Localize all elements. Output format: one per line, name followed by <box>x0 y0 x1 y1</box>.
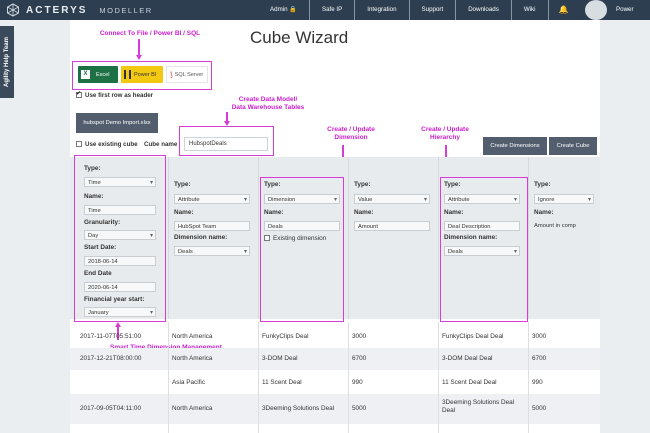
brand-subtitle: MODELLER <box>99 5 153 15</box>
type-select[interactable]: Value <box>354 194 430 204</box>
cell-deal: 11 Scent Deal <box>262 379 302 386</box>
cell-amount: 3000 <box>352 333 367 340</box>
cell-amount-comp: 6700 <box>532 355 547 362</box>
annotation-box-dimension <box>260 177 344 322</box>
cell-description: 11 Scent Deal Deal <box>442 379 497 386</box>
excel-icon: X <box>81 70 90 79</box>
power-bi-source-button[interactable]: Power BI <box>121 66 163 83</box>
column-separator <box>438 322 439 433</box>
cube-name-input[interactable]: HubspotDeals <box>184 137 268 151</box>
name-label: Name: <box>354 209 374 216</box>
right-gutter <box>600 20 650 433</box>
name-input[interactable]: Amount <box>354 221 430 231</box>
column-separator <box>168 322 169 433</box>
create-dimensions-button[interactable]: Create Dimensions <box>483 137 547 155</box>
acterys-logo-icon <box>7 3 19 17</box>
cell-deal: FunkyClips Deal <box>262 333 309 340</box>
cube-name-label: Cube name <box>144 141 178 148</box>
cell-amount-comp: 3000 <box>532 333 547 340</box>
column-separator <box>348 322 349 433</box>
table-row: 2017-09-05T04:11:00 North America 3Deemi… <box>70 394 600 424</box>
cell-region: North America <box>172 355 213 362</box>
cell-description: FunkyClips Deal Deal <box>442 333 504 340</box>
column-config-attribute: Type: Attribute Name: HubSpot Team Dimen… <box>168 157 258 319</box>
nav-integration[interactable]: Integration <box>354 0 408 20</box>
cell-date: 2017-09-05T04:11:00 <box>80 405 141 412</box>
table-row: 2017-11-07T05:51:00 North America FunkyC… <box>70 324 600 348</box>
type-select[interactable]: Ignore <box>534 194 594 204</box>
column-separator <box>258 322 259 433</box>
annotation-box-hierarchy <box>440 177 528 322</box>
notifications-bell-icon[interactable]: 🔔 <box>547 0 579 20</box>
checkbox-icon <box>76 141 82 148</box>
type-label: Type: <box>174 181 191 188</box>
cell-date: 2017-11-07T05:51:00 <box>80 333 141 340</box>
user-name[interactable]: Power <box>616 0 634 20</box>
annotation-hierarchy: Create / Update Hierarchy <box>421 126 469 141</box>
brand[interactable]: ACTERYS MODELLER <box>0 3 153 17</box>
nav-safe-ip[interactable]: Safe IP <box>308 0 354 20</box>
cell-description: 3-DOM Deal Deal <box>442 355 493 362</box>
cell-region: North America <box>172 405 213 412</box>
nav-downloads[interactable]: Downloads <box>455 0 511 20</box>
type-label: Type: <box>534 181 551 188</box>
checkbox-icon <box>76 90 82 99</box>
brand-name: ACTERYS <box>26 4 88 16</box>
column-config-value: Type: Value Name: Amount <box>348 157 438 319</box>
annotation-arrow-line <box>138 39 140 56</box>
cell-deal: 3-DOM Deal <box>262 355 298 362</box>
cell-date: 2017-12-21T08:00:00 <box>80 355 142 362</box>
cell-amount-comp: 5000 <box>532 405 547 412</box>
type-label: Type: <box>354 181 371 188</box>
cell-amount: 5000 <box>352 405 367 412</box>
annotation-dimension: Create / Update Dimension <box>327 126 375 141</box>
table-row: Asia Pacific 11 Scent Deal 990 11 Scent … <box>70 370 600 394</box>
column-separator <box>528 322 529 433</box>
cell-amount: 6700 <box>352 355 367 362</box>
dimension-name-select[interactable]: Deals <box>174 246 250 256</box>
power-bi-icon <box>124 70 131 79</box>
name-label: Name: <box>534 209 554 216</box>
help-team-side-tab[interactable]: Agility Help Team <box>0 26 14 98</box>
cell-region: North America <box>172 333 213 340</box>
avatar[interactable] <box>585 0 607 20</box>
annotation-arrow-head <box>135 55 142 60</box>
page-title: Cube Wizard <box>250 28 349 47</box>
excel-source-button[interactable]: X Excel <box>78 66 118 83</box>
import-file-button[interactable]: hubspot Demo Import.xlsx <box>76 113 158 133</box>
table-row: 2017-12-21T08:00:00 North America 3-DOM … <box>70 348 600 370</box>
use-existing-cube-checkbox[interactable]: Use existing cube <box>76 141 138 148</box>
column-config-ignore: Type: Ignore Name: Amount in comp <box>528 157 600 319</box>
main-nav: Admin 🔒 Safe IP Integration Support Down… <box>258 0 578 20</box>
cell-deal: 3Deeming Solutions Deal <box>262 405 335 412</box>
sql-server-icon: ⟆ <box>170 71 173 79</box>
nav-wiki[interactable]: Wiki <box>510 0 548 20</box>
nav-support[interactable]: Support <box>408 0 456 20</box>
cell-amount-comp: 990 <box>532 379 543 386</box>
name-input[interactable]: Amount in comp <box>534 221 598 231</box>
annotation-box-time <box>74 155 166 322</box>
cell-amount: 990 <box>352 379 363 386</box>
nav-admin[interactable]: Admin 🔒 <box>258 0 309 20</box>
annotation-connect: Connect To File / Power BI / SQL <box>99 30 201 37</box>
first-row-header-checkbox[interactable]: Use first row as header <box>76 90 153 99</box>
sql-server-source-button[interactable]: ⟆ SQL Server <box>166 66 208 83</box>
name-label: Name: <box>174 209 194 216</box>
name-input[interactable]: HubSpot Team <box>174 221 250 231</box>
dimension-name-label: Dimension name: <box>174 234 228 241</box>
top-nav-bar: ACTERYS MODELLER Admin 🔒 Safe IP Integra… <box>0 0 650 20</box>
annotation-data-model: Create Data Model/ Data Warehouse Tables <box>231 96 305 111</box>
type-select[interactable]: Attribute <box>174 194 250 204</box>
create-cube-button[interactable]: Create Cube <box>549 137 597 155</box>
cell-region: Asia Pacific <box>172 379 206 386</box>
cell-description: 3Deeming Solutions Deal Deal <box>442 399 515 414</box>
